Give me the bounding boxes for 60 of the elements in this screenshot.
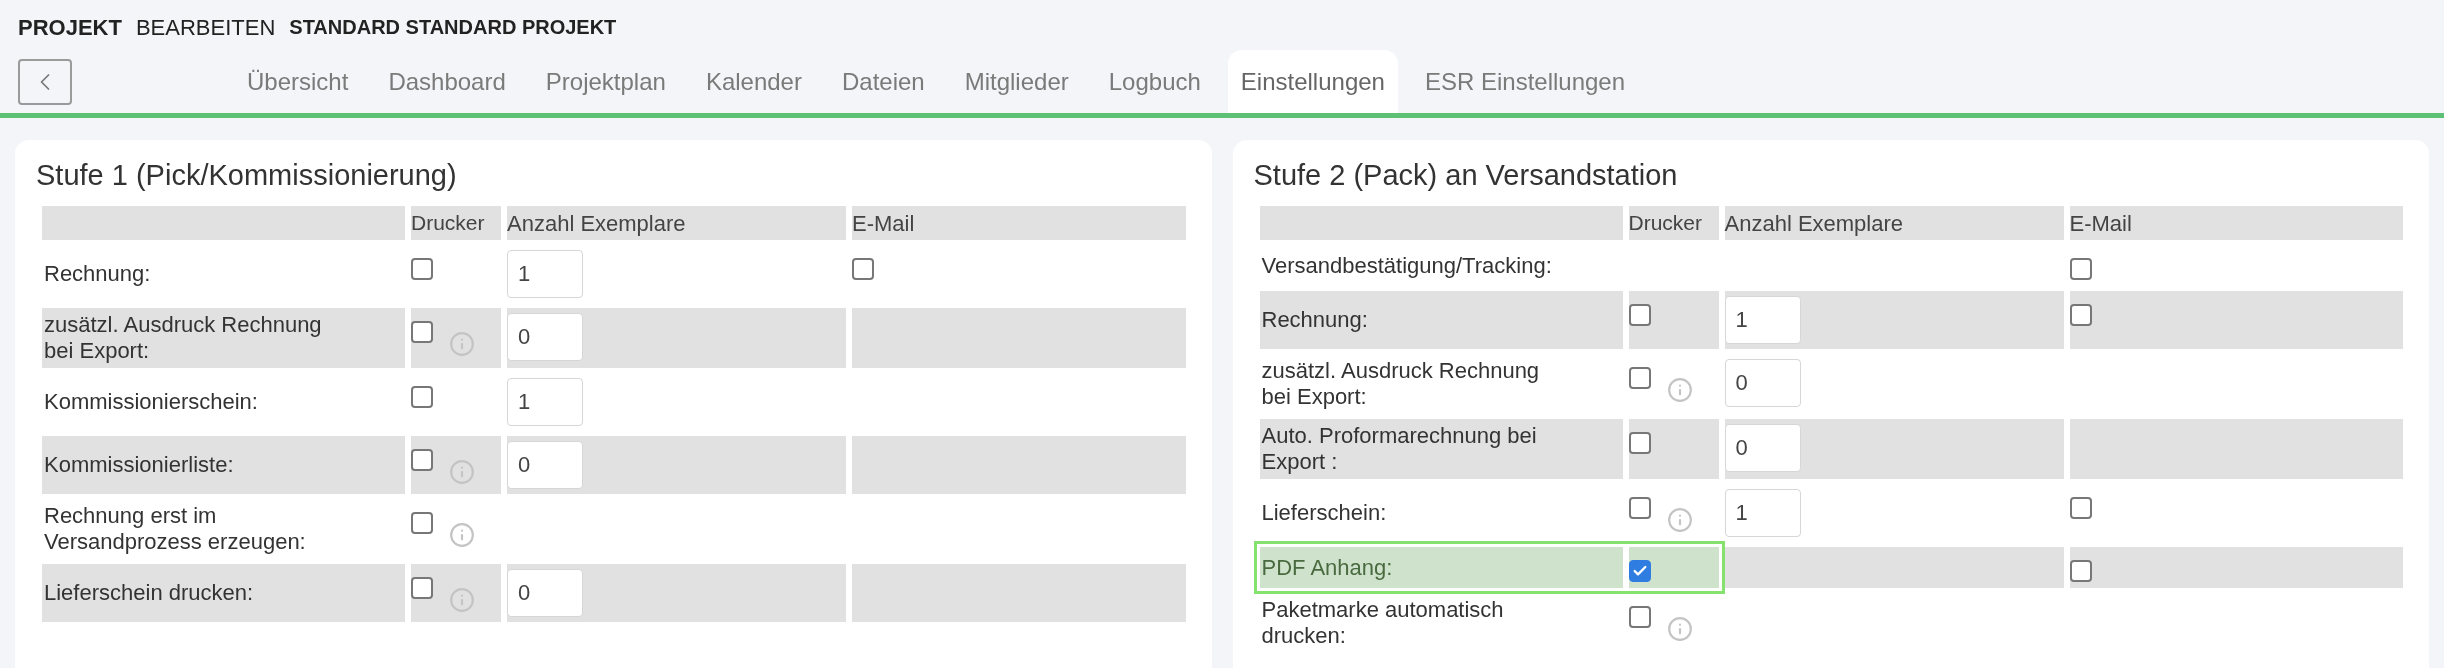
checkbox[interactable]: [1628, 432, 1651, 454]
checkbox[interactable]: [411, 386, 433, 408]
back-button[interactable]: [18, 59, 72, 105]
checkbox[interactable]: [1628, 497, 1651, 519]
tab[interactable]: Einstellungen: [1227, 50, 1398, 113]
copies-field[interactable]: 0: [1724, 359, 1801, 407]
tab[interactable]: Kalender: [692, 50, 815, 113]
checkbox[interactable]: [2069, 560, 2092, 582]
copies-field[interactable]: 1: [1724, 489, 1801, 537]
row-label: PDF Anhang:: [1261, 554, 1393, 581]
checkbox[interactable]: [411, 449, 433, 471]
action-title: BEARBEITEN: [135, 13, 276, 42]
checkbox[interactable]: [852, 258, 874, 280]
copies-field[interactable]: 1: [507, 250, 583, 298]
checkbox[interactable]: [1628, 606, 1651, 628]
checkbox[interactable]: [411, 258, 433, 280]
copies-field[interactable]: 1: [1724, 296, 1801, 344]
tab[interactable]: Logbuch: [1095, 50, 1214, 113]
checkbox[interactable]: [2069, 497, 2092, 519]
column-header: Drucker: [1628, 210, 1702, 237]
copies-field[interactable]: 0: [1724, 424, 1801, 472]
section-title: PROJEKT: [18, 13, 122, 42]
row-label: zusätzl. Ausdruck Rechnung bei Export:: [1261, 358, 1541, 410]
checkbox[interactable]: [1628, 304, 1651, 326]
tab[interactable]: ESR Einstellungen: [1411, 50, 1639, 113]
panel-title: Stufe 1 (Pick/Kommissionierung): [36, 158, 458, 193]
column-header: E-Mail: [2069, 209, 2132, 238]
column-header: Anzahl Exemplare: [507, 209, 686, 238]
checkbox[interactable]: [2069, 304, 2092, 326]
copies-field[interactable]: 0: [507, 313, 583, 361]
copies-field[interactable]: 0: [507, 569, 583, 617]
tab[interactable]: Dateien: [828, 50, 938, 113]
column-header: Anzahl Exemplare: [1724, 209, 1904, 238]
checkbox[interactable]: [2069, 258, 2092, 280]
copies-field[interactable]: 0: [507, 441, 583, 489]
row-label: Rechnung:: [1261, 307, 1368, 333]
row-label: Paketmarke automatisch drucken:: [1261, 597, 1505, 649]
tab[interactable]: Übersicht: [234, 50, 362, 113]
column-header: E-Mail: [852, 209, 915, 238]
checkbox[interactable]: [411, 577, 433, 599]
row-label: Kommissionierschein:: [44, 389, 258, 415]
project-title: STANDARD STANDARD PROJEKT: [289, 15, 617, 40]
checkbox[interactable]: [411, 321, 433, 343]
tab[interactable]: Mitglieder: [951, 50, 1082, 113]
row-label: Rechnung:: [44, 261, 151, 287]
checkbox[interactable]: [1628, 367, 1651, 389]
panel-title: Stufe 2 (Pack) an Versandstation: [1253, 158, 1679, 193]
tab[interactable]: Projektplan: [532, 50, 679, 113]
row-label: Versandbestätigung/Tracking:: [1261, 252, 1552, 279]
row-label: Rechnung erst im Versandprozess erzeugen:: [44, 503, 307, 555]
checkbox[interactable]: [1628, 560, 1651, 582]
checkbox[interactable]: [411, 512, 433, 534]
row-label: Lieferschein:: [1261, 500, 1387, 526]
copies-field[interactable]: 1: [507, 378, 583, 426]
tab[interactable]: Dashboard: [375, 50, 519, 113]
row-label: Auto. Proformarechnung bei Export :: [1261, 423, 1538, 475]
row-label: Kommissionierliste:: [44, 452, 234, 478]
column-header: Drucker: [411, 210, 485, 237]
row-label: zusätzl. Ausdruck Rechnung bei Export:: [44, 312, 323, 364]
row-label: Lieferschein drucken:: [44, 580, 254, 606]
